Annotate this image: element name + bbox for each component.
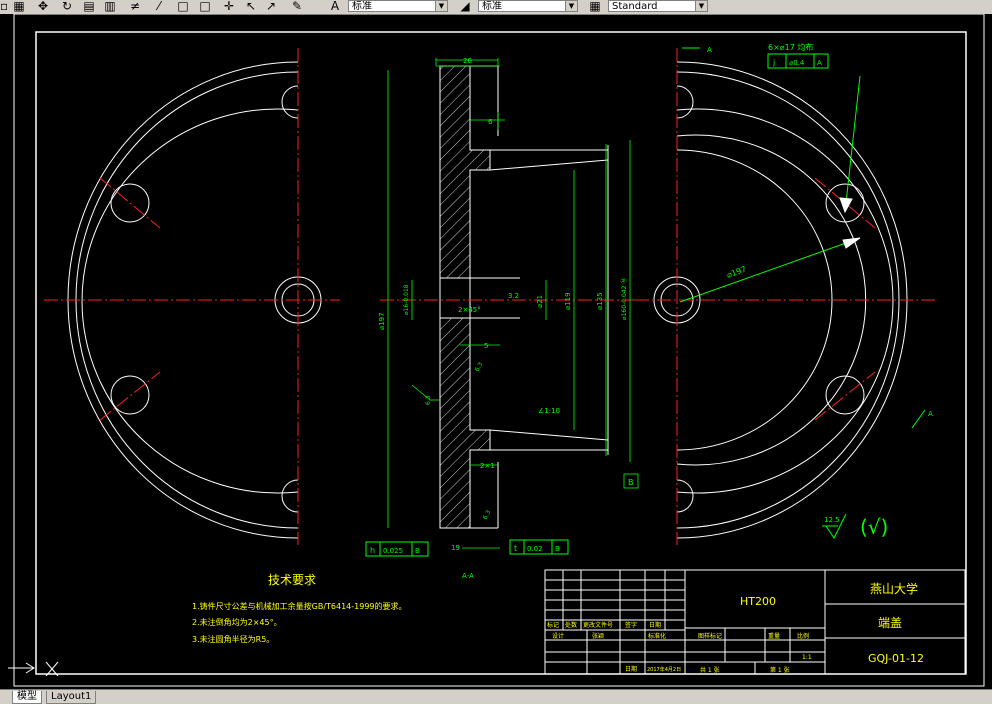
flat-tol: 0.025 xyxy=(383,547,403,555)
scale-label: 比例 xyxy=(797,632,809,640)
table-style-value: Standard xyxy=(612,1,658,12)
drawing-code: GQJ-01-12 xyxy=(868,652,924,665)
roughness-symbol: 12.5 (√) xyxy=(822,513,888,539)
layout-tab-bar: 模型 Layout1 xyxy=(0,689,992,704)
roughness-value: 12.5 xyxy=(824,516,840,524)
section-letter-a-right: A xyxy=(928,410,933,418)
dim-5: 5 xyxy=(484,342,488,350)
runout-frame: t 0.02 B xyxy=(509,539,569,555)
dim-135: ⌀135 xyxy=(596,292,604,310)
dim-style-icon: ◢ xyxy=(460,0,470,13)
tab-model[interactable]: 模型 xyxy=(12,691,42,704)
pan-icon[interactable]: ✥ xyxy=(36,0,50,13)
dim-16: ⌀16-0.018 xyxy=(403,284,410,315)
dim-style-select[interactable]: 标准 ▼ xyxy=(478,0,578,12)
drawing-svg: A A ⌀197 6×⌀17 均布 j ⌀0.4 A 26 6 5 ⌀197 ⌀… xyxy=(8,13,985,687)
sheet-number: 第 1 张 xyxy=(770,666,790,674)
run-sym: t xyxy=(514,544,517,553)
roughness-text: (√) xyxy=(860,515,888,539)
design-label: 设计 xyxy=(552,632,564,640)
line2-icon[interactable]: ⁄ xyxy=(152,0,166,13)
arrow-icon[interactable]: ↗ xyxy=(264,0,278,13)
orbit-icon[interactable]: ↻ xyxy=(60,0,74,13)
hdr-doc: 更改文件号 xyxy=(583,621,613,629)
text-style-value: 标准 xyxy=(352,1,372,12)
designer-name: 张颖 xyxy=(592,632,604,640)
pos-sym: j xyxy=(772,58,775,67)
weight-label: 重量 xyxy=(768,632,780,640)
table-icon[interactable]: ▥ xyxy=(103,0,117,13)
taper-1-10: ∠1:10 xyxy=(538,407,560,415)
right-centerlines xyxy=(635,48,935,545)
roughness-3-2: 3.2 xyxy=(508,292,519,300)
toolbar: ▫ ▦ ✥ ↻ ▤ ▥ ≠ ⁄ □ □ ✛ ↖ ↗ ✎ A 标准 ▼ ◢ 标准 … xyxy=(0,0,992,15)
run-tol: 0.02 xyxy=(527,545,543,553)
tech-line-2: 2.未注倒角均为2×45°。 xyxy=(192,617,282,627)
school-name: 燕山大学 xyxy=(870,581,918,596)
hdr-sign: 签字 xyxy=(625,621,637,629)
paint-icon[interactable]: ✎ xyxy=(290,0,304,13)
roughness-6-3-a: 6.3 xyxy=(425,395,432,405)
chevron-down-icon[interactable]: ▼ xyxy=(435,1,447,11)
hdr-mark: 标记 xyxy=(547,621,559,629)
chamfer-2x45: 2×45° xyxy=(458,306,481,314)
box-icon[interactable]: □ xyxy=(176,0,190,13)
region-icon[interactable]: ▤ xyxy=(82,0,96,13)
dim-26: 26 xyxy=(463,57,472,65)
tech-line-1: 1.铸件尺寸公差与机械加工余量按GB/T6414-1999的要求。 xyxy=(192,601,407,611)
run-ref: B xyxy=(555,545,560,553)
section-label: A-A xyxy=(462,572,474,580)
sheet-total: 共 1 张 xyxy=(700,666,720,674)
radius-dim-label: ⌀197 xyxy=(726,265,748,280)
left-centerlines xyxy=(44,48,340,545)
section-letter-a-top: A xyxy=(707,46,712,54)
hdr-date: 日期 xyxy=(649,621,661,629)
dim-160: ⌀160-0.042 Ⓜ xyxy=(620,278,628,320)
dim-119: ⌀119 xyxy=(564,292,572,310)
material: HT200 xyxy=(740,595,776,608)
tech-title: 技术要求 xyxy=(268,573,316,587)
stage-label: 图样标记 xyxy=(698,632,722,640)
roughness-6-3-b: 6.3 xyxy=(474,361,485,373)
dim-style-value: 标准 xyxy=(482,1,502,12)
grid-icon[interactable]: ▦ xyxy=(12,0,26,13)
inner-frame xyxy=(35,31,967,675)
roughness-6-3-c: 6.3 xyxy=(482,509,493,521)
line-icon[interactable]: ≠ xyxy=(128,0,142,13)
dim-19: 19 xyxy=(451,544,460,552)
chamfer-2x1: 2×1 xyxy=(480,462,495,470)
chevron-down-icon[interactable]: ▼ xyxy=(565,1,577,11)
box2-icon[interactable]: □ xyxy=(198,0,212,13)
tab-layout1[interactable]: Layout1 xyxy=(46,691,97,704)
hole-callout: 6×⌀17 均布 xyxy=(768,42,813,52)
dim-197: ⌀197 xyxy=(378,312,386,330)
chevron-down-icon[interactable]: ▼ xyxy=(695,1,707,11)
date-value: 2017年4月2日 xyxy=(647,666,681,673)
flatness-frame: h 0.025 B xyxy=(365,541,429,557)
text-style-select[interactable]: 标准 ▼ xyxy=(348,0,448,12)
hdr-count: 处数 xyxy=(565,621,577,629)
outer-frame xyxy=(13,13,985,687)
tech-line-3: 3.未注圆角半径为R5。 xyxy=(192,634,274,644)
flat-sym: h xyxy=(370,546,375,555)
flat-ref: B xyxy=(415,547,420,555)
table-style-select[interactable]: Standard ▼ xyxy=(608,0,708,12)
scale-value: 1:1 xyxy=(802,654,812,661)
approve-label: 日期 xyxy=(625,665,637,673)
drawing-canvas[interactable]: A A ⌀197 6×⌀17 均布 j ⌀0.4 A 26 6 5 ⌀197 ⌀… xyxy=(0,13,992,689)
dim-21: ⌀21 xyxy=(536,295,544,308)
pos-tol: ⌀0.4 xyxy=(789,59,805,67)
cursor-icon[interactable]: ↖ xyxy=(244,0,258,13)
datum-b: B xyxy=(628,478,634,487)
part-name: 端盖 xyxy=(878,616,902,630)
std-label: 标准化 xyxy=(648,632,666,640)
table-style-icon: ▦ xyxy=(589,0,601,13)
position-tolerance-frame: j ⌀0.4 A xyxy=(767,53,829,69)
hatch-icon[interactable]: ▫ xyxy=(0,0,8,13)
move-icon[interactable]: ✛ xyxy=(222,0,236,13)
text-style-icon: A xyxy=(330,0,340,13)
pos-ref: A xyxy=(817,59,822,67)
dim-6: 6 xyxy=(488,118,493,126)
